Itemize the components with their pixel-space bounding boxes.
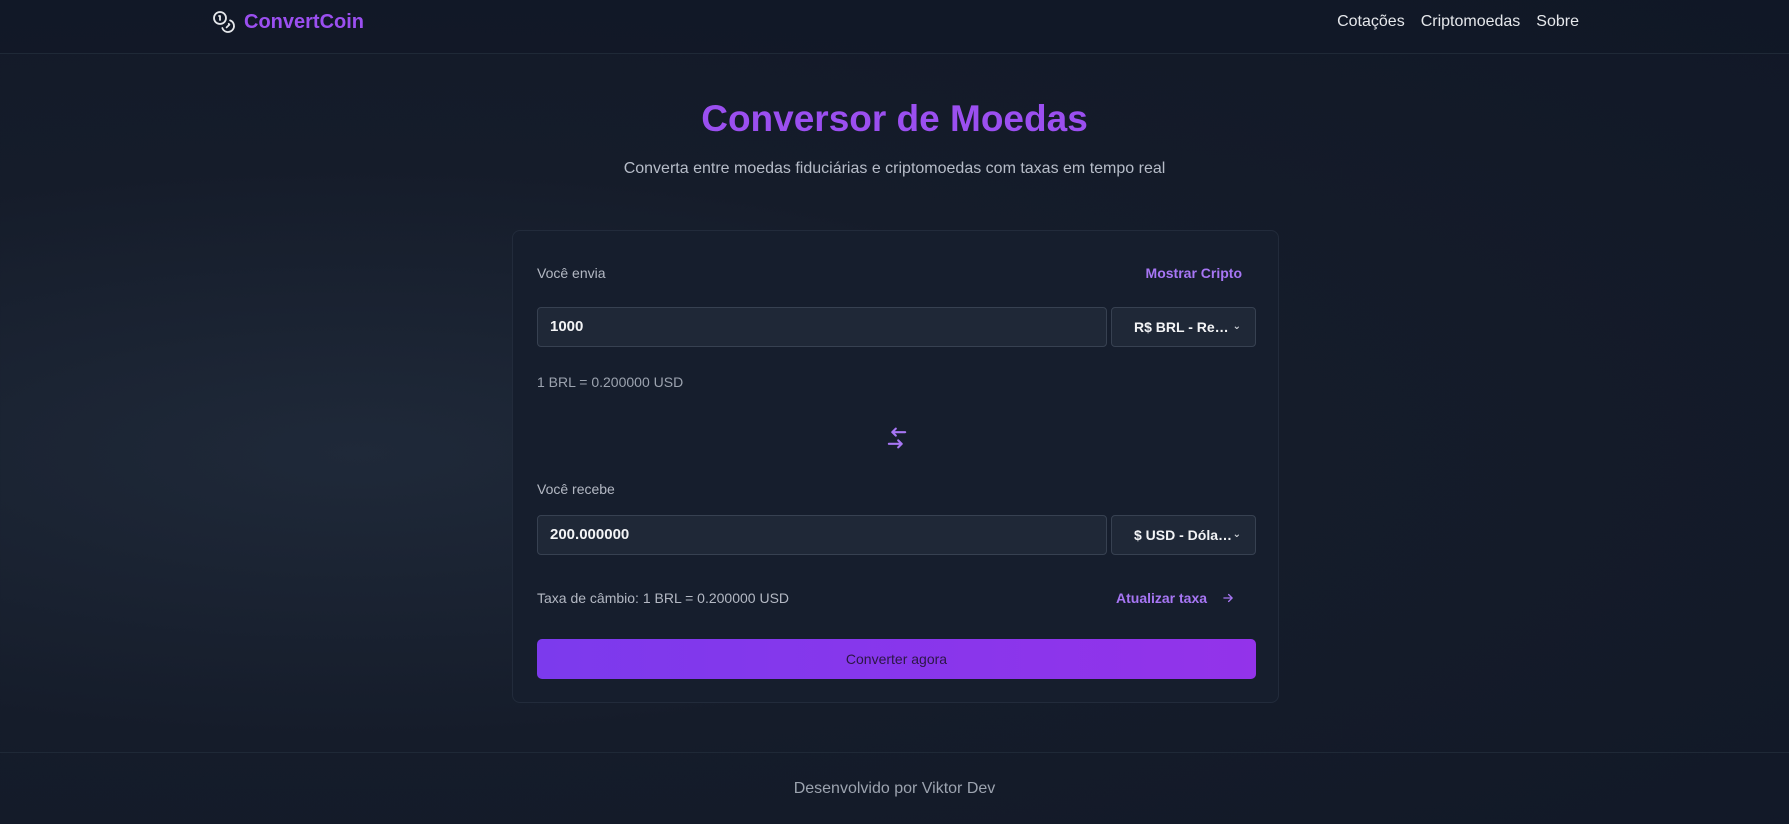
show-crypto-button[interactable]: Mostrar Cripto <box>1146 265 1242 281</box>
nav-link-sobre[interactable]: Sobre <box>1536 13 1579 31</box>
receive-currency-select[interactable]: $ USD - Dólar Americano ⌄ <box>1111 515 1256 555</box>
brand-logo[interactable]: ConvertCoin <box>212 10 364 34</box>
receive-amount-input[interactable]: 200.000000 <box>537 515 1107 555</box>
update-rate-button[interactable]: Atualizar taxa <box>1116 590 1235 606</box>
brand-name: ConvertCoin <box>244 10 364 33</box>
receive-label: Você recebe <box>537 481 615 497</box>
chevron-down-icon: ⌄ <box>1232 529 1241 540</box>
exchange-rate-text: Taxa de câmbio: 1 BRL = 0.200000 USD <box>537 590 790 606</box>
page-title: Conversor de Moedas <box>701 98 1088 139</box>
send-currency-value: R$ BRL - Real Brasileiro <box>1134 319 1234 335</box>
send-currency-select[interactable]: R$ BRL - Real Brasileiro ⌄ <box>1111 307 1256 347</box>
send-label: Você envia <box>537 265 606 281</box>
update-rate-label: Atualizar taxa <box>1116 590 1208 606</box>
convert-button[interactable]: Converter agora <box>537 639 1256 679</box>
footer-credit: Desenvolvido por Viktor Dev <box>793 780 996 797</box>
top-navbar: ConvertCoin Cotações Criptomoedas Sobre <box>0 0 1789 54</box>
send-rate-note: 1 BRL = 0.200000 USD <box>537 374 684 390</box>
send-amount-input[interactable]: 1000 <box>537 307 1107 347</box>
nav-link-cotacoes[interactable]: Cotações <box>1337 13 1405 31</box>
footer: Desenvolvido por Viktor Dev <box>0 752 1789 824</box>
page-subtitle: Converta entre moedas fiduciárias e crip… <box>623 160 1166 177</box>
arrow-right-icon <box>1223 593 1233 603</box>
swap-arrows-icon[interactable] <box>883 424 911 452</box>
coins-icon <box>213 11 235 33</box>
nav-link-criptomoedas[interactable]: Criptomoedas <box>1421 13 1521 31</box>
main-nav: Cotações Criptomoedas Sobre <box>1337 13 1579 31</box>
chevron-down-icon: ⌄ <box>1232 321 1241 332</box>
receive-currency-value: $ USD - Dólar Americano <box>1134 527 1234 543</box>
converter-card: Você envia Mostrar Cripto 1000 R$ BRL - … <box>512 230 1279 703</box>
